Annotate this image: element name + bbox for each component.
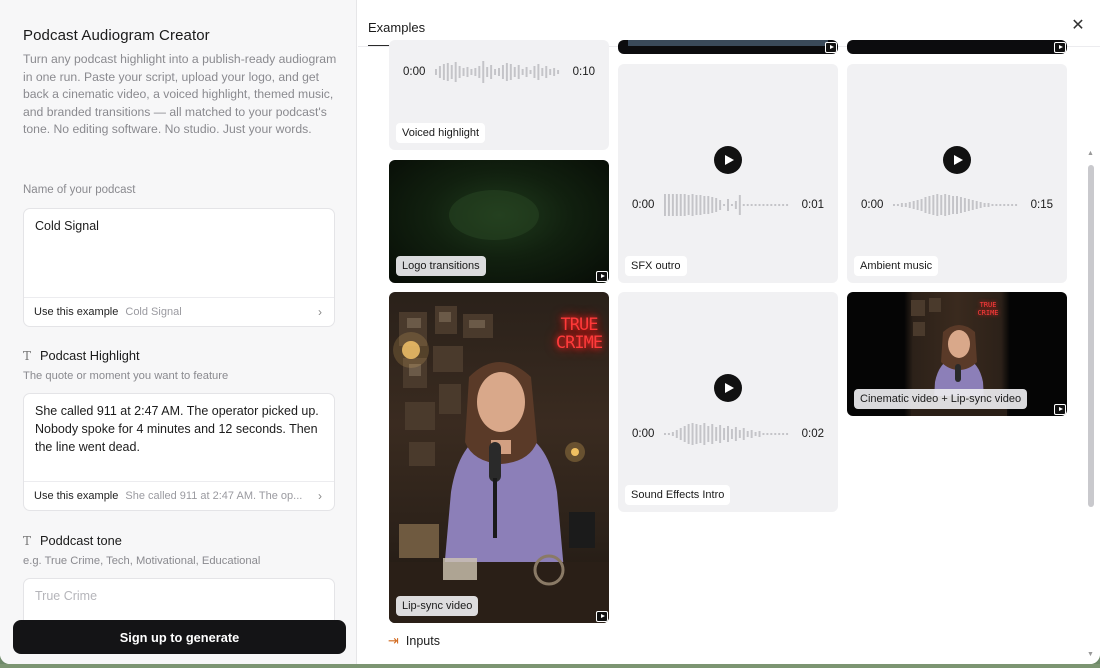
card-sound-effects-intro[interactable]: 0:00 0:02 Sound Effects Intro (618, 292, 838, 512)
card-lip-sync-video[interactable]: TRUE CRIME Lip-sync video (389, 292, 609, 623)
card-cinematic-lip-sync[interactable]: TRUE CRIME Cinematic video + Lip-sync vi… (847, 292, 1067, 416)
neon-sign: TRUE CRIME (977, 301, 999, 317)
highlight-hint: The quote or moment you want to feature (23, 370, 229, 382)
inputs-link[interactable]: ⇥ Inputs (388, 633, 440, 649)
card-label: Ambient music (854, 256, 939, 276)
card-label: SFX outro (625, 256, 687, 276)
video-icon (596, 271, 608, 282)
neon-sign: TRUE CRIME (555, 315, 603, 353)
panel-description: Turn any podcast highlight into a publis… (23, 52, 337, 137)
card-label: Cinematic video + Lip-sync video (854, 389, 1028, 409)
close-icon[interactable]: ✕ (1070, 18, 1086, 34)
highlight-field[interactable]: She called 911 at 2:47 AM. The operator … (23, 393, 335, 511)
partial-video-card[interactable] (847, 40, 1067, 54)
use-example-highlight[interactable]: Use this example She called 911 at 2:47 … (24, 481, 334, 510)
enter-arrow-icon: ⇥ (388, 633, 399, 648)
card-label: Lip-sync video (396, 596, 479, 616)
audio-player: 0:00 0:10 (403, 60, 595, 84)
example-value: Cold Signal (125, 306, 182, 318)
scroll-up-arrow-icon[interactable]: ▲ (1087, 150, 1094, 157)
card-ambient-music[interactable]: 0:00 0:15 Ambient music (847, 64, 1067, 283)
background-strip (0, 664, 1100, 668)
card-label: Sound Effects Intro (625, 485, 731, 505)
podcast-name-field[interactable]: Cold Signal Use this example Cold Signal… (23, 208, 335, 327)
podcast-name-value[interactable]: Cold Signal (35, 218, 324, 236)
partial-video-card[interactable] (618, 40, 838, 54)
blurred-logo (449, 190, 539, 240)
time-end: 0:10 (572, 66, 595, 78)
card-label: Voiced highlight (396, 123, 486, 143)
time-end: 0:02 (801, 428, 824, 440)
inputs-label: Inputs (405, 634, 440, 648)
right-scrollbar[interactable] (1088, 165, 1094, 507)
play-icon[interactable] (714, 146, 742, 174)
text-type-icon: T (23, 348, 32, 363)
play-icon[interactable] (943, 146, 971, 174)
play-icon[interactable] (714, 374, 742, 402)
card-voiced-highlight[interactable]: 0:00 0:10 Voiced highlight (389, 40, 609, 150)
input-panel: Podcast Audiogram Creator Turn any podca… (0, 0, 357, 664)
time-start: 0:00 (632, 199, 655, 211)
waveform[interactable] (435, 60, 563, 84)
tone-title: T Poddcast tone (23, 533, 122, 548)
waveform[interactable] (664, 422, 792, 446)
tone-hint: e.g. True Crime, Tech, Motivational, Edu… (23, 555, 261, 567)
chevron-right-icon: › (318, 305, 322, 319)
card-sfx-outro[interactable]: 0:00 0:01 SFX outro (618, 64, 838, 283)
card-label: Logo transitions (396, 256, 486, 276)
scroll-down-arrow-icon[interactable]: ▼ (1087, 651, 1094, 658)
time-end: 0:01 (801, 199, 824, 211)
tone-placeholder[interactable]: True Crime (35, 588, 324, 606)
tone-title-text: Poddcast tone (40, 533, 122, 548)
time-start: 0:00 (403, 66, 426, 78)
sign-up-generate-button[interactable]: Sign up to generate (13, 620, 346, 654)
waveform[interactable] (664, 193, 792, 217)
video-icon (1054, 42, 1066, 53)
podcast-name-label: Name of your podcast (23, 184, 136, 196)
highlight-value[interactable]: She called 911 at 2:47 AM. The operator … (35, 403, 324, 456)
card-logo-transitions[interactable]: Logo transitions (389, 160, 609, 283)
panel-title: Podcast Audiogram Creator (23, 27, 210, 44)
highlight-title: T Podcast Highlight (23, 348, 140, 363)
tab-examples[interactable]: Examples (368, 20, 425, 35)
time-start: 0:00 (632, 428, 655, 440)
use-example-podcast-name[interactable]: Use this example Cold Signal › (24, 297, 334, 326)
video-icon (596, 611, 608, 622)
examples-panel: Examples ✕ 0:00 0:10 Voiced highlight Lo… (358, 0, 1100, 664)
audio-player: 0:00 0:15 (861, 193, 1053, 217)
waveform[interactable] (893, 193, 1021, 217)
chevron-right-icon: › (318, 489, 322, 503)
use-example-label: Use this example (34, 306, 119, 318)
text-type-icon: T (23, 533, 32, 548)
audiogram-modal: Podcast Audiogram Creator Turn any podca… (0, 0, 1100, 664)
highlight-title-text: Podcast Highlight (40, 348, 140, 363)
use-example-label: Use this example (34, 490, 119, 502)
example-value: She called 911 at 2:47 AM. The op... (125, 490, 303, 502)
time-start: 0:00 (861, 199, 884, 211)
audio-player: 0:00 0:01 (632, 193, 824, 217)
audio-player: 0:00 0:02 (632, 422, 824, 446)
video-icon (1054, 404, 1066, 415)
time-end: 0:15 (1030, 199, 1053, 211)
video-icon (825, 42, 837, 53)
